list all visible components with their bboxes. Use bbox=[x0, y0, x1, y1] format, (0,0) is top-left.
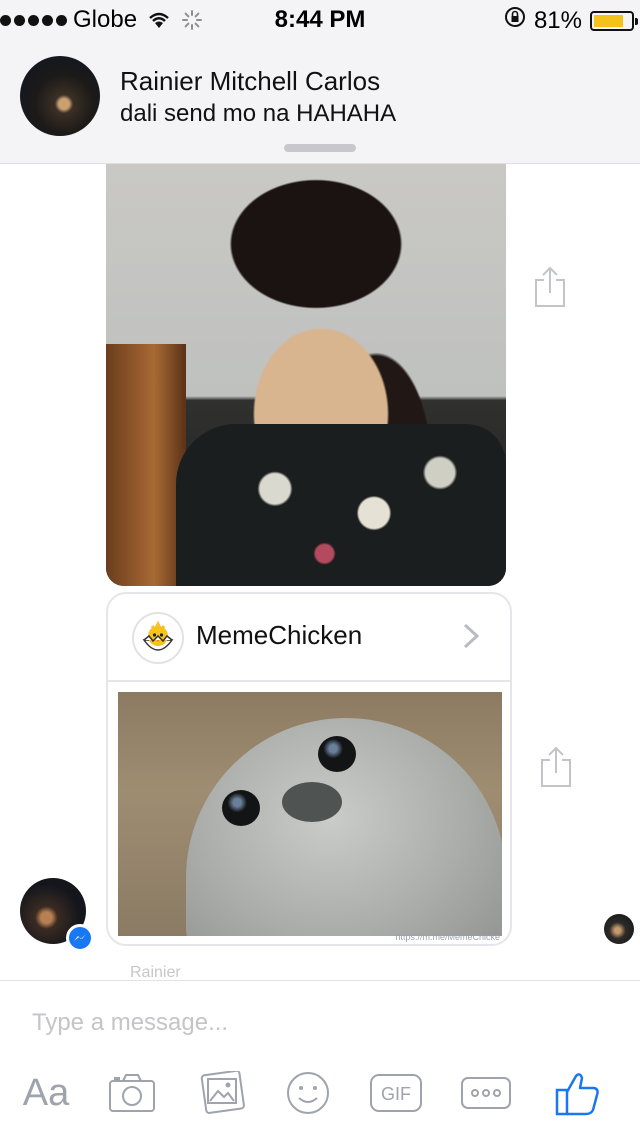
battery-fill bbox=[594, 14, 624, 27]
photo-gallery-button[interactable] bbox=[194, 1063, 250, 1123]
status-right: 81% bbox=[504, 6, 638, 35]
messenger-badge-icon bbox=[66, 924, 94, 952]
notification-banner[interactable]: Rainier Mitchell Carlos dali send mo na … bbox=[0, 40, 640, 164]
rotation-lock-icon bbox=[504, 6, 526, 35]
chevron-right-icon[interactable] bbox=[462, 622, 480, 655]
share-icon[interactable] bbox=[538, 746, 574, 788]
read-receipt-avatar bbox=[604, 914, 634, 944]
composer: Aa GIF bbox=[0, 980, 640, 1136]
memechicken-logo-icon bbox=[132, 612, 184, 664]
typing-indicator: Rainier bbox=[130, 964, 181, 978]
meme-image-awkward-seal[interactable] bbox=[118, 692, 502, 936]
like-icon bbox=[555, 1073, 599, 1116]
seal-eye-right bbox=[318, 736, 356, 772]
seal-figure bbox=[186, 718, 502, 936]
card-link-caption: https://m.me/MemeChicke bbox=[395, 932, 500, 942]
like-button[interactable] bbox=[548, 1063, 608, 1123]
svg-text:GIF: GIF bbox=[381, 1084, 411, 1104]
camera-icon bbox=[109, 1074, 155, 1112]
photo-floral-shirt bbox=[176, 424, 506, 586]
battery-icon bbox=[590, 10, 638, 31]
notification-message: dali send mo na HAHAHA bbox=[120, 100, 397, 127]
more-icon bbox=[461, 1077, 511, 1109]
camera-button[interactable] bbox=[100, 1063, 164, 1123]
sticker-icon bbox=[287, 1072, 329, 1114]
gif-button[interactable]: GIF bbox=[366, 1063, 426, 1123]
gif-icon: GIF bbox=[370, 1074, 422, 1112]
battery-percent: 81% bbox=[533, 6, 582, 34]
banner-drag-handle[interactable] bbox=[284, 144, 356, 152]
photo-gallery-icon bbox=[200, 1071, 245, 1114]
text-format-icon: Aa bbox=[22, 1071, 70, 1114]
composer-toolbar: Aa GIF bbox=[0, 1063, 640, 1123]
card-header[interactable]: MemeChicken bbox=[108, 594, 510, 682]
share-icon[interactable] bbox=[532, 266, 568, 308]
message-input[interactable] bbox=[32, 1003, 592, 1043]
sender-avatar bbox=[20, 56, 100, 136]
sender-name: Rainier Mitchell Carlos bbox=[120, 66, 381, 96]
text-format-button[interactable]: Aa bbox=[16, 1063, 76, 1123]
shared-photo-girl[interactable] bbox=[106, 164, 506, 586]
more-button[interactable] bbox=[456, 1063, 516, 1123]
shared-link-card[interactable]: MemeChicken https://m.me/MemeChicke bbox=[106, 592, 512, 946]
status-bar: Globe 8:44 PM 81% bbox=[0, 0, 640, 40]
seal-nose bbox=[282, 782, 342, 822]
card-source-name: MemeChicken bbox=[196, 620, 363, 650]
photo-background-chair bbox=[106, 344, 186, 586]
seal-eye-left bbox=[222, 790, 260, 826]
sticker-button[interactable] bbox=[282, 1063, 334, 1123]
